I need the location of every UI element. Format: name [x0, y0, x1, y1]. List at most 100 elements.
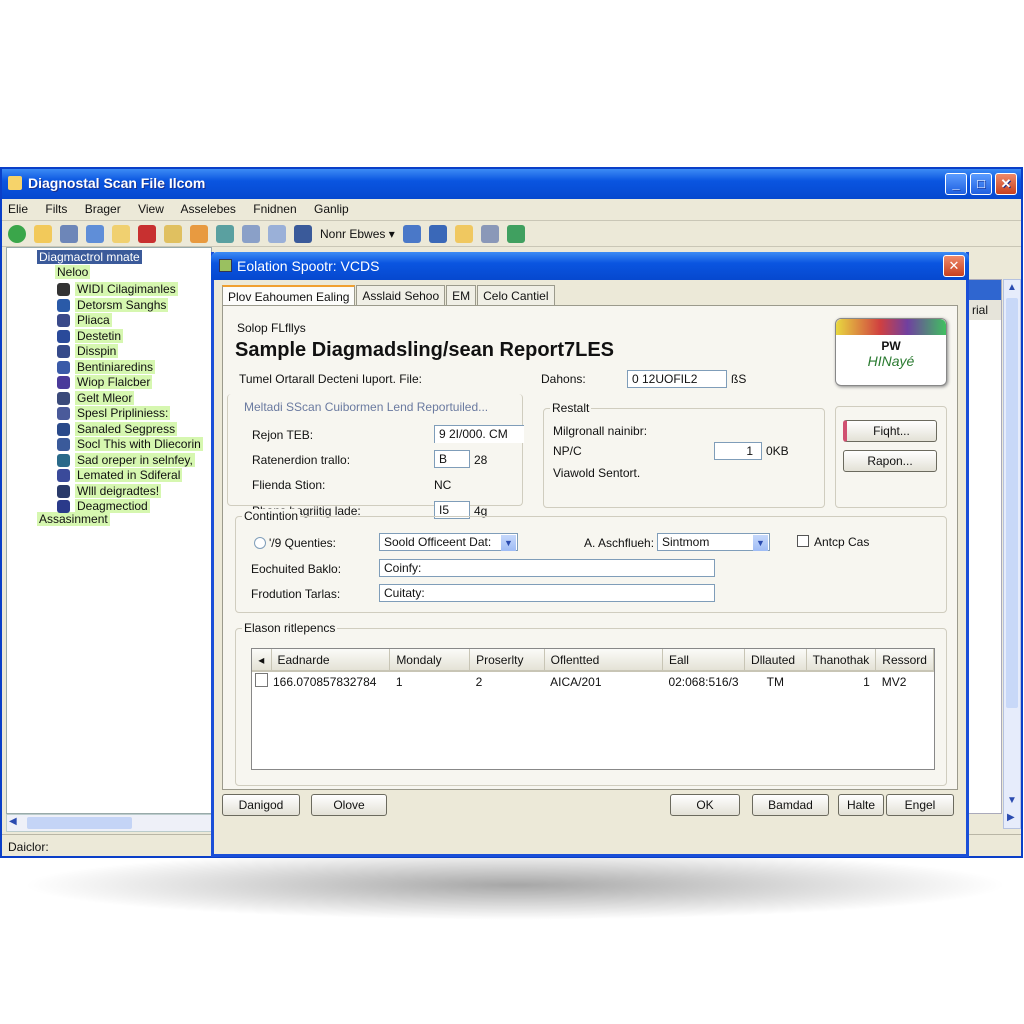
tree-item-assessment[interactable]: Assasinment [37, 512, 110, 526]
aschflueh-select[interactable]: Sintmom ▼ [657, 533, 770, 551]
minimize-button[interactable]: _ [945, 173, 967, 195]
chevron-down-icon[interactable]: ▼ [753, 535, 768, 551]
tree-item[interactable]: WIDI Cilagimanles [75, 282, 178, 296]
disk-icon[interactable] [60, 224, 78, 243]
column-header[interactable]: Thanothak [806, 649, 877, 672]
column-header[interactable]: Eall [662, 649, 746, 672]
close-button[interactable]: ✕ [995, 173, 1017, 195]
export-icon[interactable] [506, 224, 525, 243]
column-header[interactable]: Proserlty [469, 649, 545, 672]
quenties-radio[interactable] [254, 537, 266, 549]
menu-filts[interactable]: Filts [45, 202, 67, 216]
scroll-right-icon[interactable]: ▶ [1007, 812, 1015, 823]
column-header[interactable]: Oflentted [544, 649, 663, 672]
column-header[interactable]: Mondaly [389, 649, 471, 672]
ratenerdion-unit: 28 [474, 453, 488, 467]
search-icon[interactable] [190, 224, 208, 243]
tree-item[interactable]: Gelt Mleor [75, 390, 135, 405]
tree-item[interactable]: Pliaca [75, 313, 112, 327]
tree-item[interactable]: Wiop Flalcber [75, 375, 153, 389]
view-dropdown[interactable]: Nonr Ebwes ▾ [320, 227, 395, 241]
edit-icon[interactable] [112, 224, 130, 243]
tool-icon[interactable] [216, 224, 234, 243]
vertical-scrollbar[interactable]: ▲ ▼ ▶ [1003, 279, 1021, 829]
network-icon[interactable] [294, 224, 312, 243]
horizontal-scrollbar[interactable]: ◀ [6, 814, 212, 832]
user-icon[interactable] [164, 224, 182, 243]
tree-item[interactable]: Bentiniaredins [75, 359, 156, 374]
cloud-icon[interactable] [242, 224, 260, 243]
ratenerdion-field[interactable]: B [434, 450, 470, 468]
tree-item[interactable]: Socl This with Dliecorin [75, 437, 203, 451]
column-header[interactable]: Eadnarde [271, 649, 391, 672]
danigod-button[interactable]: Danigod [222, 794, 300, 816]
tree-item[interactable]: Destetin [75, 328, 124, 343]
tab-celo[interactable]: Celo Cantiel [477, 285, 555, 307]
scroll-up-icon[interactable]: ▲ [1007, 282, 1017, 293]
menu-fnidnen[interactable]: Fnidnen [253, 202, 296, 216]
tab-asslaid[interactable]: Asslaid Sehoo [356, 285, 446, 307]
frodution-field[interactable]: Cuitaty: [379, 584, 715, 602]
vertical-scroll-thumb[interactable] [1006, 298, 1018, 708]
tree-item[interactable]: Disspin [75, 344, 119, 358]
folder-icon[interactable] [454, 224, 473, 243]
document-icon[interactable] [34, 224, 52, 243]
scroll-down-icon[interactable]: ▼ [1007, 795, 1017, 806]
soold-select[interactable]: Soold Officeent Dat: ▼ [379, 533, 518, 551]
menu-file[interactable]: Elie [8, 202, 28, 216]
scroll-thumb[interactable] [27, 817, 132, 829]
npc-label: NP/C [553, 444, 582, 458]
clipboard-icon[interactable] [480, 224, 499, 243]
antcp-checkbox[interactable] [797, 535, 809, 547]
table-row[interactable]: 166.070857832784 1 2 AICA/201 02:068:516/3 TM… [252, 671, 934, 691]
monitor-icon[interactable] [428, 224, 447, 243]
sort-icon[interactable]: ◂ [252, 649, 272, 672]
tree-item[interactable]: Detorsm Sanghs [75, 297, 169, 312]
tab-plov[interactable]: Plov Eahoumen Ealing [222, 285, 356, 307]
dahons-field[interactable]: 0 12UOFIL2 [627, 370, 727, 388]
gear-icon[interactable] [138, 224, 156, 243]
tree-item[interactable]: Sanaled Segpress [75, 421, 178, 436]
row-select-cell[interactable] [252, 671, 271, 691]
tree-item[interactable]: Wlll deigradtes! [75, 483, 162, 498]
dialog-title: Eolation Spootr: VCDS [237, 258, 380, 274]
tree-item[interactable]: Lemated in Sdiferal [75, 468, 183, 482]
tree-root[interactable]: Diagmactrol mnate [37, 250, 142, 264]
engel-button[interactable]: Engel [886, 794, 954, 816]
rapon-button[interactable]: Rapon... [843, 450, 937, 472]
contintion-group: Contintion '/9 Quenties: Soold Officeent… [235, 509, 947, 613]
bug-icon[interactable] [268, 224, 286, 243]
column-header[interactable]: Dllauted [744, 649, 807, 672]
halte-button[interactable]: Halte [838, 794, 884, 816]
tree-item[interactable]: Spesl Pripliniess: [75, 406, 171, 420]
dialog-close-button[interactable]: ✕ [943, 255, 965, 277]
right-pane-item[interactable]: rial [969, 300, 1001, 320]
olove-button[interactable]: Olove [311, 794, 387, 816]
column-header[interactable]: Ressord [875, 649, 934, 672]
tree-item[interactable]: Sad oreper in selnfey, [75, 452, 195, 467]
tab-em[interactable]: EM [446, 285, 477, 307]
rejon-field[interactable]: 9 2I/000. CM [434, 425, 524, 443]
frodution-label: Frodution Tarlas: [251, 587, 341, 601]
menu-ganlip[interactable]: Ganlip [314, 202, 349, 216]
npc-field[interactable]: 1 [714, 442, 762, 460]
tree-node-icon [57, 422, 70, 436]
bamdad-button[interactable]: Bamdad [752, 794, 829, 816]
scroll-left-icon[interactable]: ◀ [9, 816, 17, 827]
menu-brager[interactable]: Brager [85, 202, 121, 216]
menu-asselebes[interactable]: Asselebes [181, 202, 236, 216]
fight-button[interactable]: Fiqht... [843, 420, 937, 442]
window-shadow [20, 850, 1010, 920]
tree-item[interactable]: Deagmectiod [75, 499, 150, 513]
back-icon[interactable] [8, 224, 26, 243]
chevron-down-icon[interactable]: ▼ [501, 535, 516, 551]
book-icon[interactable] [86, 224, 104, 243]
print-icon[interactable] [402, 224, 421, 243]
ok-button[interactable]: OK [670, 794, 740, 816]
row-checkbox[interactable] [255, 673, 268, 687]
maximize-button[interactable]: □ [970, 173, 992, 195]
tree-node-icon [57, 453, 70, 467]
eochuited-field[interactable]: Coinfy: [379, 559, 715, 577]
tree-group[interactable]: Neloo [55, 265, 91, 279]
menu-view[interactable]: View [138, 202, 164, 216]
